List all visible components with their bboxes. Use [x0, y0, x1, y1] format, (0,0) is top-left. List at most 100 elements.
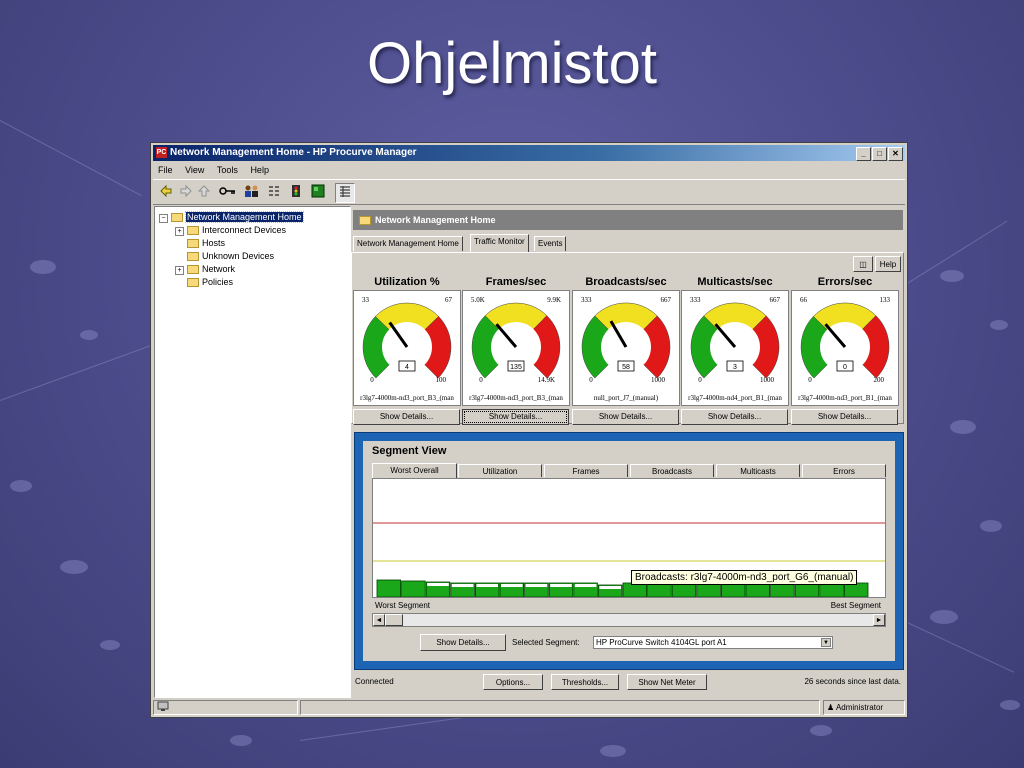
gauge-title: Multicasts/sec: [697, 276, 773, 288]
segment-bar[interactable]: [401, 580, 426, 597]
thresholds-button[interactable]: Thresholds...: [551, 674, 619, 690]
segment-bar[interactable]: [622, 582, 648, 597]
segment-bar[interactable]: [647, 582, 672, 597]
gauge-scale-label: 200: [874, 376, 885, 384]
tab-frames[interactable]: Frames: [544, 464, 628, 477]
gauge-scale-label: 333: [690, 296, 701, 304]
tab-multicasts[interactable]: Multicasts: [716, 464, 800, 477]
tab-events[interactable]: Events: [534, 236, 567, 251]
options-button[interactable]: Options...: [483, 674, 543, 690]
current-user: Administrator: [835, 703, 884, 712]
minimize-button[interactable]: _: [856, 147, 871, 161]
segment-bar[interactable]: [843, 582, 869, 597]
close-button[interactable]: ✕: [888, 147, 903, 161]
grid-list-icon[interactable]: [335, 183, 355, 203]
tree-item-policies[interactable]: Policies: [187, 276, 233, 288]
gauge-scale-label: 0: [808, 376, 812, 384]
traffic-light-icon[interactable]: [289, 184, 303, 202]
segment-bar-highlight: [476, 584, 498, 587]
tab-network-management-home[interactable]: Network Management Home: [353, 236, 463, 251]
gauge-title: Errors/sec: [817, 276, 873, 288]
up-arrow-icon[interactable]: [197, 184, 211, 202]
segment-bar[interactable]: [770, 582, 795, 597]
tab-errors[interactable]: Errors: [802, 464, 886, 477]
list-tree-icon[interactable]: [267, 184, 281, 202]
segment-show-details-button[interactable]: Show Details...: [420, 634, 506, 651]
segment-bar[interactable]: [819, 582, 844, 597]
show-details-button[interactable]: Show Details...: [353, 409, 460, 425]
network-status-icon: [157, 701, 169, 711]
segment-bar[interactable]: [376, 579, 402, 597]
segment-view: Segment View Worst Overall Utilization F…: [363, 441, 895, 661]
gauge-value: 3: [733, 364, 737, 371]
gauge-scale-label: 67: [445, 296, 453, 304]
tab-worst-overall[interactable]: Worst Overall: [372, 463, 457, 478]
scroll-thumb[interactable]: [385, 614, 403, 626]
tab-traffic-monitor[interactable]: Traffic Monitor: [470, 234, 529, 252]
tree-root-label[interactable]: Network Management Home: [185, 211, 304, 223]
segment-bar[interactable]: [720, 582, 746, 597]
forward-arrow-icon[interactable]: [179, 184, 193, 202]
segment-bar-highlight: [599, 586, 621, 589]
status-pane: [153, 700, 298, 715]
maximize-button[interactable]: □: [872, 147, 887, 161]
folder-icon: [187, 252, 199, 262]
app-icon: PC: [156, 146, 167, 158]
segment-bar[interactable]: [745, 582, 771, 597]
gauge-value: 58: [622, 364, 630, 371]
gauge-scale-label: 0: [589, 376, 593, 384]
segment-bar[interactable]: [696, 582, 721, 597]
show-details-button[interactable]: Show Details...: [681, 409, 788, 425]
selected-segment-select[interactable]: HP ProCurve Switch 4104GL port A1 ▼: [593, 636, 833, 649]
layout-toggle-icon[interactable]: ◫: [853, 256, 873, 272]
tree-item-hosts[interactable]: Hosts: [187, 237, 225, 249]
menu-help[interactable]: Help: [250, 165, 269, 175]
gauge-scale-label: 133: [880, 296, 891, 304]
dropdown-arrow-icon[interactable]: ▼: [821, 638, 831, 647]
segment-bar[interactable]: [671, 582, 697, 597]
best-segment-label: Best Segment: [830, 601, 881, 610]
worst-segment-label: Worst Segment: [375, 601, 430, 610]
panel-header: Network Management Home: [353, 210, 903, 230]
scroll-right-icon[interactable]: ►: [873, 614, 885, 626]
back-arrow-icon[interactable]: [159, 184, 173, 202]
green-board-icon[interactable]: [311, 184, 325, 202]
gauge-source: r3lg7-4000m-nd4_port_B1_(man: [688, 394, 782, 402]
tree-item-root[interactable]: − Network Management Home: [159, 211, 304, 223]
menu-file[interactable]: File: [158, 165, 173, 175]
show-details-button[interactable]: Show Details...: [572, 409, 679, 425]
user-pane: ♟ Administrator: [823, 700, 905, 715]
show-details-button[interactable]: Show Details...: [462, 409, 569, 425]
window-titlebar[interactable]: PC Network Management Home - HP Procurve …: [153, 145, 905, 161]
tree-item-unknown-devices[interactable]: Unknown Devices: [187, 250, 274, 262]
menu-view[interactable]: View: [185, 165, 204, 175]
gauge-scale-label: 14.9K: [538, 376, 555, 384]
show-net-meter-button[interactable]: Show Net Meter: [627, 674, 707, 690]
segment-bar[interactable]: [794, 582, 820, 597]
gauge-scale-label: 66: [800, 296, 808, 304]
segment-scrollbar[interactable]: ◄ ►: [372, 613, 886, 627]
status-bar: ♟ Administrator: [153, 699, 905, 716]
help-button[interactable]: Help: [875, 256, 901, 272]
collapse-icon[interactable]: −: [159, 214, 168, 223]
key-icon[interactable]: [219, 184, 237, 202]
tab-broadcasts[interactable]: Broadcasts: [630, 464, 714, 477]
window-title: Network Management Home - HP Procurve Ma…: [170, 147, 417, 158]
scroll-left-icon[interactable]: ◄: [373, 614, 385, 626]
slide-title: Ohjelmistot: [366, 31, 658, 96]
gauge-scale-label: 100: [436, 376, 447, 384]
tree-item-network[interactable]: + Network: [175, 263, 235, 275]
folder-icon: [187, 265, 199, 275]
show-details-button[interactable]: Show Details...: [791, 409, 898, 425]
users-icon[interactable]: [243, 184, 261, 202]
segment-view-title: Segment View: [372, 445, 447, 457]
tree-item-interconnect-devices[interactable]: + Interconnect Devices: [175, 224, 286, 236]
folder-icon: [187, 226, 199, 236]
expand-icon[interactable]: +: [175, 266, 184, 275]
segment-bar-highlight: [525, 584, 548, 587]
menu-tools[interactable]: Tools: [217, 165, 238, 175]
navigation-tree: − Network Management Home + Interconnect D…: [154, 206, 351, 698]
tab-utilization[interactable]: Utilization: [458, 464, 542, 477]
expand-icon[interactable]: +: [175, 227, 184, 236]
toolbar: [153, 179, 905, 205]
